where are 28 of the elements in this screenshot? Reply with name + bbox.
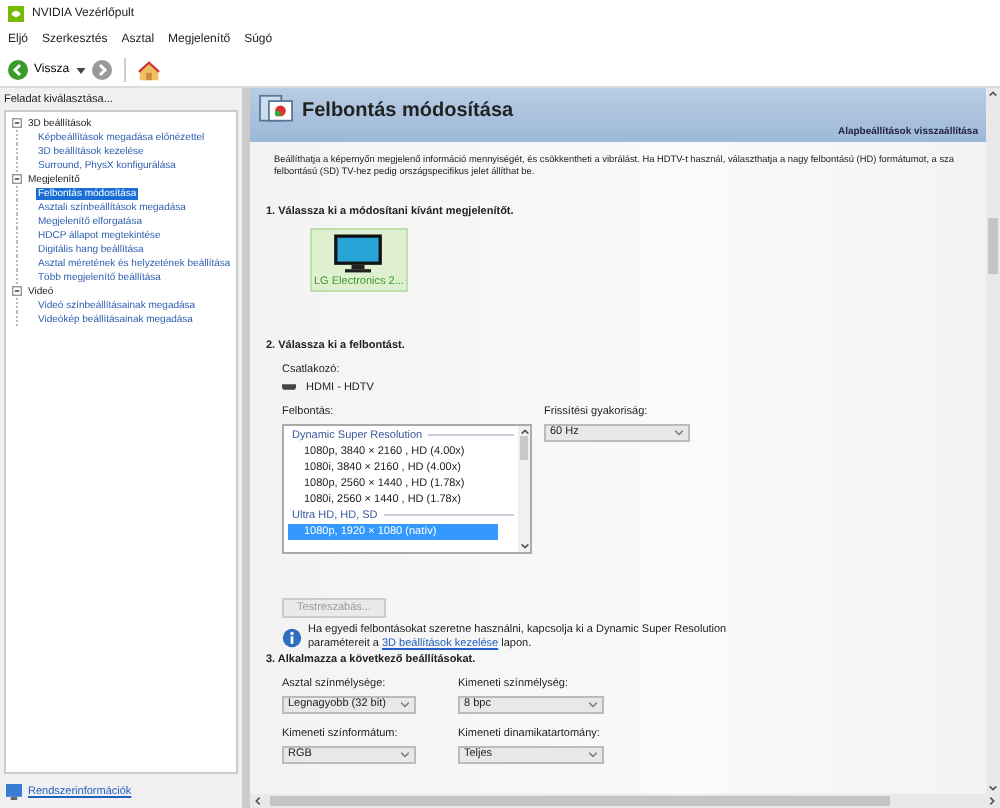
chevron-down-icon [588,701,598,707]
nvidia-logo-icon [8,5,24,21]
scroll-thumb[interactable] [988,218,998,274]
list-scrollbar[interactable] [518,425,530,552]
page-title: Felbontás módosítása [302,99,514,121]
scroll-right-icon[interactable] [988,796,996,806]
scroll-down-icon[interactable] [988,784,998,792]
back-arrow-icon [8,60,28,80]
chevron-down-icon [400,751,410,757]
hdmi-port-icon [282,384,296,391]
home-icon[interactable] [137,59,160,81]
display-settings-icon [258,94,294,126]
scroll-thumb[interactable] [270,796,890,806]
chevron-down-icon [674,429,684,436]
scroll-left-icon[interactable] [254,796,262,806]
collapse-icon[interactable] [12,174,22,184]
monitor-icon [332,231,385,276]
horizontal-scrollbar[interactable] [250,794,1000,808]
scroll-up-icon[interactable] [988,90,998,98]
vertical-scrollbar[interactable] [986,88,1000,794]
collapse-icon[interactable] [12,118,22,128]
scroll-up-icon[interactable] [519,427,529,436]
chevron-down-icon [588,751,598,757]
scroll-thumb[interactable] [520,435,528,460]
chevron-down-icon [400,701,410,707]
collapse-icon[interactable] [12,286,22,296]
scroll-down-icon[interactable] [519,541,529,550]
caret-icon[interactable] [75,67,86,73]
